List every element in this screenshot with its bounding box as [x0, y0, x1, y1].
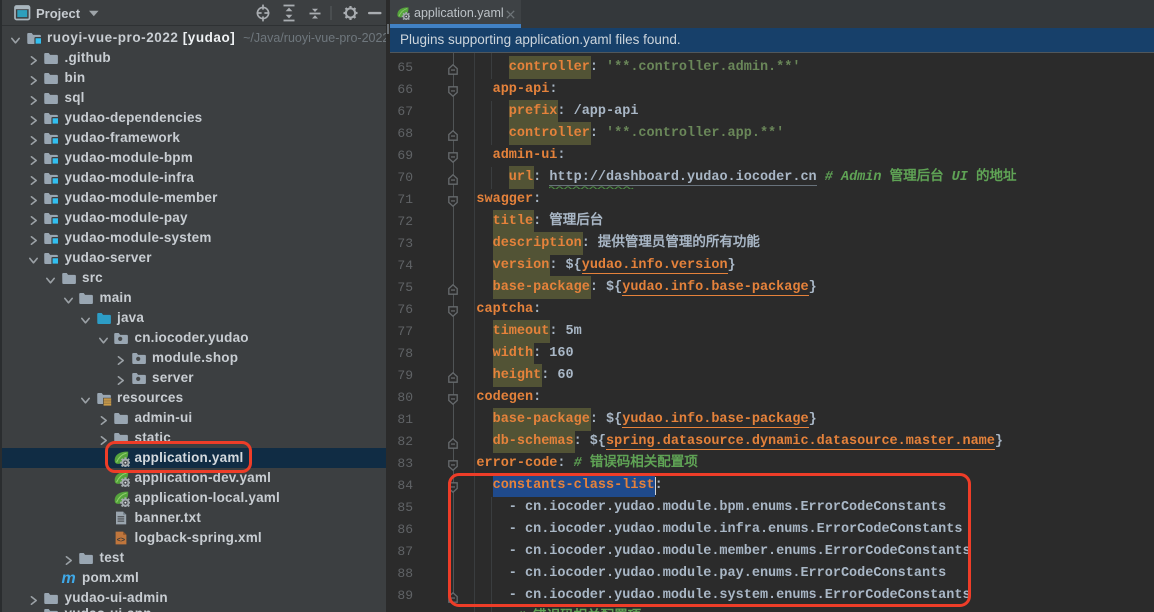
- svg-text:<>: <>: [117, 537, 125, 545]
